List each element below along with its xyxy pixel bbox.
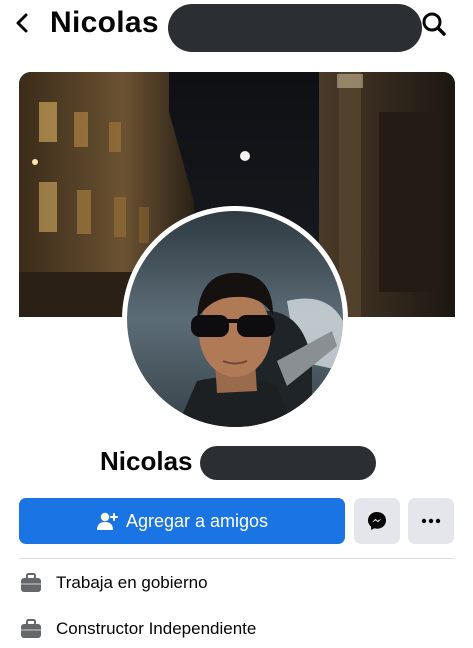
header-bar: Nicolas — [0, 0, 473, 52]
avatar[interactable] — [127, 211, 343, 427]
info-row-work: Trabaja en gobierno — [19, 570, 208, 596]
chevron-left-icon — [16, 13, 28, 33]
messenger-icon — [368, 512, 386, 530]
search-icon — [422, 12, 446, 36]
add-friend-button[interactable]: Agregar a amigos — [19, 498, 345, 544]
info-row-job: Constructor Independiente — [19, 616, 256, 642]
page-title: Nicolas — [50, 6, 159, 39]
messenger-button[interactable] — [354, 498, 400, 544]
divider — [19, 558, 455, 559]
more-dots-icon — [421, 518, 441, 524]
info-text: Constructor Independiente — [56, 619, 257, 638]
redaction-bar — [200, 446, 376, 480]
briefcase-icon — [21, 573, 41, 592]
info-text: Trabaja en gobierno — [56, 573, 208, 592]
more-button[interactable] — [408, 498, 454, 544]
briefcase-icon — [21, 619, 41, 638]
profile-name: Nicolas — [100, 446, 193, 476]
back-button[interactable] — [8, 8, 38, 38]
redaction-bar — [168, 4, 422, 52]
add-person-icon — [96, 512, 118, 530]
search-button[interactable] — [414, 6, 454, 42]
add-friend-label: Agregar a amigos — [125, 510, 269, 531]
